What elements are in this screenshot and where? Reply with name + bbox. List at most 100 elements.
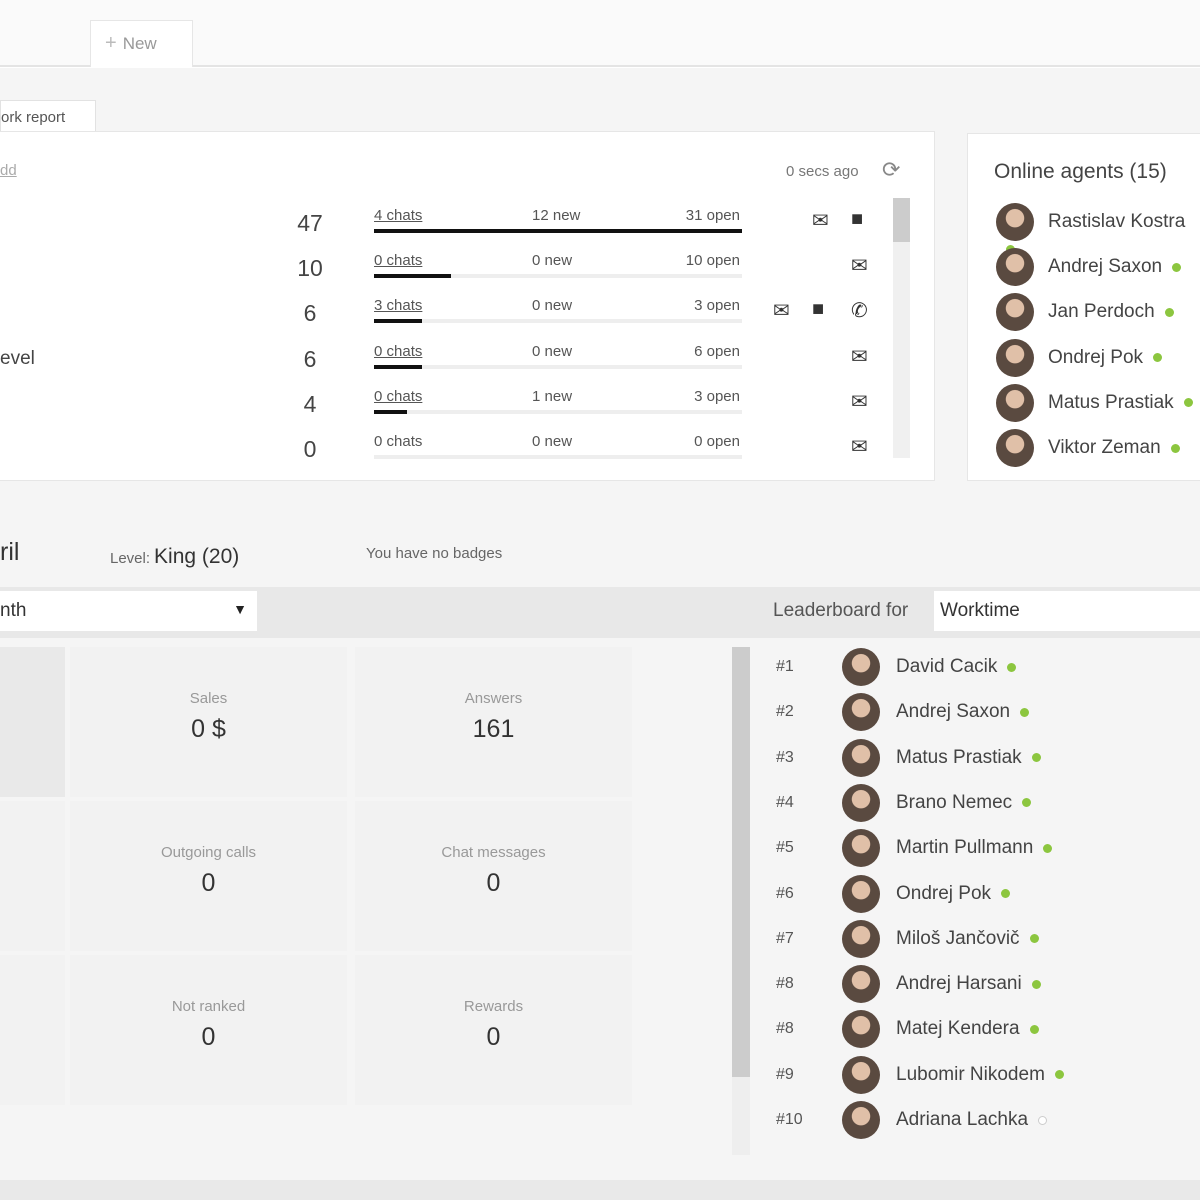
agent-name: Lubomir Nikodem: [896, 1063, 1045, 1085]
agent-name: Ondrej Pok: [1048, 346, 1144, 368]
open-count: 10 open: [685, 252, 740, 270]
progress-bar: [374, 274, 742, 279]
online-status-dot: [1007, 662, 1017, 672]
queue-row[interactable]: evel 6 0 chats 0 new 6 open ✉: [0, 343, 890, 402]
add-link[interactable]: dd: [0, 162, 17, 179]
leaderboard-row[interactable]: #8 Matej Kendera: [776, 1010, 1039, 1050]
mail-icon[interactable]: ✉: [773, 298, 790, 323]
online-status-dot: [1170, 443, 1180, 453]
chat-icon[interactable]: ■: [812, 298, 824, 321]
leaderboard-row[interactable]: #1 David Cacik: [776, 648, 1017, 688]
agent-item[interactable]: Jan Perdoch: [996, 293, 1174, 333]
leaderboard-select[interactable]: Worktime: [934, 591, 1200, 631]
progress-bar: [374, 229, 742, 233]
leaderboard-row[interactable]: #9 Lubomir Nikodem: [776, 1055, 1064, 1096]
agent-name: Viktor Zeman: [1048, 437, 1161, 458]
new-count: 1 new: [532, 387, 573, 405]
stat-label: Sales: [189, 690, 228, 707]
online-status-dot: [1029, 1024, 1039, 1034]
online-status-dot: [1029, 934, 1039, 944]
agent-name: Matus Prastiak: [1048, 391, 1174, 413]
new-count: 0 new: [532, 252, 573, 270]
rank: #1: [776, 658, 794, 675]
mail-icon[interactable]: ✉: [851, 344, 868, 369]
avatar: [996, 293, 1034, 332]
online-status-dot: [1022, 798, 1032, 808]
rank: #10: [776, 1111, 803, 1128]
queue-count: 47: [297, 210, 323, 236]
refresh-icon[interactable]: ⟳: [882, 157, 900, 183]
progress-bar: [374, 409, 742, 414]
chevron-down-icon: ▼: [233, 601, 247, 617]
queue-count: 4: [303, 390, 317, 417]
avatar: [842, 829, 880, 868]
agent-item[interactable]: Rastislav Kostra: [996, 203, 1200, 255]
agent-item[interactable]: Viktor Zeman: [996, 429, 1180, 469]
avatar: [842, 693, 880, 732]
leaderboard-label: Leaderboard for: [773, 600, 909, 621]
agent-name: Jan Perdoch: [1048, 301, 1155, 323]
online-status-dot: [1043, 843, 1053, 853]
mail-icon[interactable]: ✉: [851, 389, 868, 414]
new-tab-button[interactable]: + New: [90, 20, 193, 67]
stat-value: 0: [201, 869, 216, 897]
leaderboard-row[interactable]: #7 Miloš Jančovič: [776, 919, 1039, 960]
updated-time: 0 secs ago: [786, 163, 859, 180]
agent-name: Rastislav Kostra: [1048, 211, 1186, 232]
agent-item[interactable]: Ondrej Pok: [996, 338, 1163, 379]
period-value: nth: [0, 600, 27, 621]
avatar: [842, 919, 880, 958]
level: Level: King (20): [110, 545, 239, 569]
queue-scrollbar[interactable]: [893, 198, 910, 458]
open-count: 31 open: [685, 207, 740, 224]
leaderboard-row[interactable]: #5 Martin Pullmann: [776, 829, 1053, 869]
queue-row[interactable]: 47 4 chats 12 new 31 open ■ ✉: [0, 207, 890, 266]
agent-name: Adriana Lachka: [896, 1109, 1029, 1130]
chat-icon[interactable]: ■: [851, 208, 863, 231]
online-status-dot: [1038, 1115, 1048, 1125]
online-status-dot: [1153, 353, 1163, 363]
leaderboard-scrollbar[interactable]: [732, 647, 750, 1155]
stat-cell: Sales 0 $: [70, 647, 347, 797]
queue-row[interactable]: 4 0 chats 1 new 3 open ✉: [0, 388, 890, 447]
mail-icon[interactable]: ✉: [851, 253, 868, 278]
period-select[interactable]: nth ▼: [0, 591, 257, 631]
phone-icon[interactable]: ✆: [851, 298, 868, 323]
online-status-dot: [1172, 262, 1182, 272]
leaderboard-row[interactable]: #10 Adriana Lachka: [776, 1101, 1048, 1141]
chats-count: 0 chats: [374, 387, 423, 405]
agent-item[interactable]: Andrej Saxon: [996, 248, 1182, 288]
queue-row[interactable]: 6 3 chats 0 new 3 open ✆ ■ ✉: [0, 297, 890, 356]
stat-label: Not ranked: [171, 998, 246, 1015]
mail-icon[interactable]: ✉: [851, 434, 868, 459]
leaderboard-row[interactable]: #8 Andrej Harsani: [776, 965, 1041, 1005]
agent-name: Brano Nemec: [896, 791, 1013, 813]
open-count: 0 open: [694, 433, 740, 450]
stat-label: Chat messages: [441, 844, 546, 861]
leaderboard-row[interactable]: #4 Brano Nemec: [776, 783, 1032, 824]
stat-cell: [0, 955, 65, 1105]
avatar: [842, 648, 880, 686]
stat-label: Rewards: [463, 998, 524, 1015]
stat-value: 0 $: [191, 715, 226, 743]
queue-label: evel: [0, 347, 35, 369]
stat-label: Outgoing calls: [160, 844, 257, 861]
chats-count: 0 chats: [374, 252, 423, 270]
tab-work-report[interactable]: ork report: [0, 100, 96, 132]
stat-label: Answers: [464, 690, 523, 707]
online-status-dot: [1031, 979, 1041, 989]
rank: #8: [776, 1020, 794, 1038]
agent-item[interactable]: Matus Prastiak: [996, 383, 1193, 424]
avatar: [996, 383, 1034, 422]
rank: #2: [776, 703, 794, 721]
leaderboard-row[interactable]: #3 Matus Prastiak: [776, 738, 1041, 779]
mail-icon[interactable]: ✉: [812, 208, 829, 233]
queue-row[interactable]: 0 0 chats 0 new 0 open ✉: [0, 433, 890, 492]
new-count: 0 new: [532, 433, 573, 450]
rank: #4: [776, 793, 794, 811]
leaderboard-row[interactable]: #2 Andrej Saxon: [776, 693, 1030, 733]
leaderboard-row[interactable]: #6 Ondrej Pok: [776, 874, 1011, 915]
queue-row[interactable]: 10 0 chats 0 new 10 open ✉: [0, 252, 890, 311]
bottom-bar: [0, 1180, 1200, 1200]
rank: #5: [776, 839, 794, 857]
